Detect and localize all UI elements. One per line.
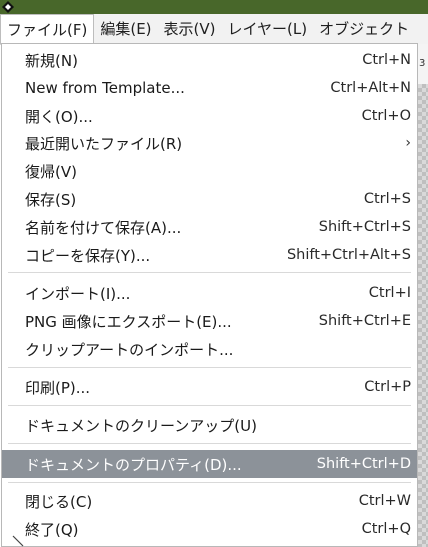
menu-layer[interactable]: レイヤー(L) <box>222 14 314 44</box>
ruler: 3 5 <box>418 44 428 84</box>
menu-item-label: 復帰(V) <box>25 162 77 181</box>
pointer-corner-icon <box>12 535 24 547</box>
menu-item-shortcut: Shift+Ctrl+E <box>318 313 411 329</box>
menu-item-label: コピーを保存(Y)... <box>25 246 151 265</box>
menu-item-close[interactable]: 閉じる(C) Ctrl+W <box>2 487 417 515</box>
menu-separator <box>8 405 411 406</box>
menu-item-shortcut: Shift+Ctrl+D <box>316 456 411 472</box>
title-bar <box>0 0 428 14</box>
menu-item-shortcut: Shift+Ctrl+Alt+S <box>286 247 411 263</box>
menu-item-label: インポート(I)... <box>25 284 131 303</box>
menu-item-recent-files[interactable]: 最近開いたファイル(R) › <box>2 129 417 157</box>
menu-file[interactable]: ファイル(F) <box>0 14 95 44</box>
menu-item-save[interactable]: 保存(S) Ctrl+S <box>2 185 417 213</box>
menu-item-label: ドキュメントのプロパティ(D)... <box>25 455 242 474</box>
menu-item-new[interactable]: 新規(N) Ctrl+N <box>2 46 417 74</box>
app-icon <box>2 1 14 13</box>
menu-item-shortcut: Ctrl+S <box>363 191 411 207</box>
menu-item-label: 最近開いたファイル(R) <box>25 134 183 153</box>
menu-item-label: New from Template... <box>25 79 185 97</box>
menu-item-label: 終了(Q) <box>25 520 79 539</box>
ruler-number: 3 <box>419 58 426 69</box>
menu-edit[interactable]: 編集(E) <box>94 14 157 44</box>
menu-item-label: 開く(O)... <box>25 107 93 126</box>
menu-separator <box>8 272 411 273</box>
menu-item-label: ドキュメントのクリーンアップ(U) <box>25 416 257 435</box>
menu-bar: ファイル(F) 編集(E) 表示(V) レイヤー(L) オブジェクト <box>0 14 428 45</box>
menu-item-shortcut: Ctrl+P <box>364 379 411 395</box>
file-menu-dropdown: 新規(N) Ctrl+N New from Template... Ctrl+A… <box>1 43 418 547</box>
menu-item-print[interactable]: 印刷(P)... Ctrl+P <box>2 373 417 401</box>
menu-item-import[interactable]: インポート(I)... Ctrl+I <box>2 279 417 307</box>
menu-object[interactable]: オブジェクト <box>313 14 415 44</box>
menu-item-import-clipart[interactable]: クリップアートのインポート... <box>2 335 417 363</box>
menu-item-shortcut: Ctrl+W <box>358 493 411 509</box>
menu-item-shortcut: Shift+Ctrl+S <box>318 219 411 235</box>
menu-item-shortcut: Ctrl+Alt+N <box>330 80 411 96</box>
menu-item-cleanup-document[interactable]: ドキュメントのクリーンアップ(U) <box>2 411 417 439</box>
menu-item-shortcut: Ctrl+I <box>368 285 411 301</box>
menu-item-label: 新規(N) <box>25 51 78 70</box>
menu-item-label: 名前を付けて保存(A)... <box>25 218 182 237</box>
menu-item-open[interactable]: 開く(O)... Ctrl+O <box>2 102 417 130</box>
menu-item-save-copy[interactable]: コピーを保存(Y)... Shift+Ctrl+Alt+S <box>2 241 417 269</box>
menu-item-label: 印刷(P)... <box>25 378 91 397</box>
menu-item-revert[interactable]: 復帰(V) <box>2 157 417 185</box>
menu-item-label: クリップアートのインポート... <box>25 340 234 359</box>
menu-item-document-properties[interactable]: ドキュメントのプロパティ(D)... Shift+Ctrl+D <box>2 450 417 478</box>
menu-separator <box>8 367 411 368</box>
menu-separator <box>8 482 411 483</box>
menu-separator <box>8 443 411 444</box>
menu-item-new-from-template[interactable]: New from Template... Ctrl+Alt+N <box>2 74 417 102</box>
menu-item-label: 保存(S) <box>25 190 77 209</box>
canvas-area[interactable]: 3 5 <box>418 44 428 547</box>
menu-item-shortcut: Ctrl+O <box>361 108 411 124</box>
menu-item-label: 閉じる(C) <box>25 492 93 511</box>
menu-item-export-png[interactable]: PNG 画像にエクスポート(E)... Shift+Ctrl+E <box>2 307 417 335</box>
chevron-right-icon: › <box>405 135 411 151</box>
menu-item-label: PNG 画像にエクスポート(E)... <box>25 312 232 331</box>
menu-item-shortcut: Ctrl+Q <box>361 521 411 537</box>
menu-item-shortcut: Ctrl+N <box>362 52 411 68</box>
menu-view[interactable]: 表示(V) <box>158 14 222 44</box>
menu-item-quit[interactable]: 終了(Q) Ctrl+Q <box>2 515 417 543</box>
menu-item-save-as[interactable]: 名前を付けて保存(A)... Shift+Ctrl+S <box>2 213 417 241</box>
